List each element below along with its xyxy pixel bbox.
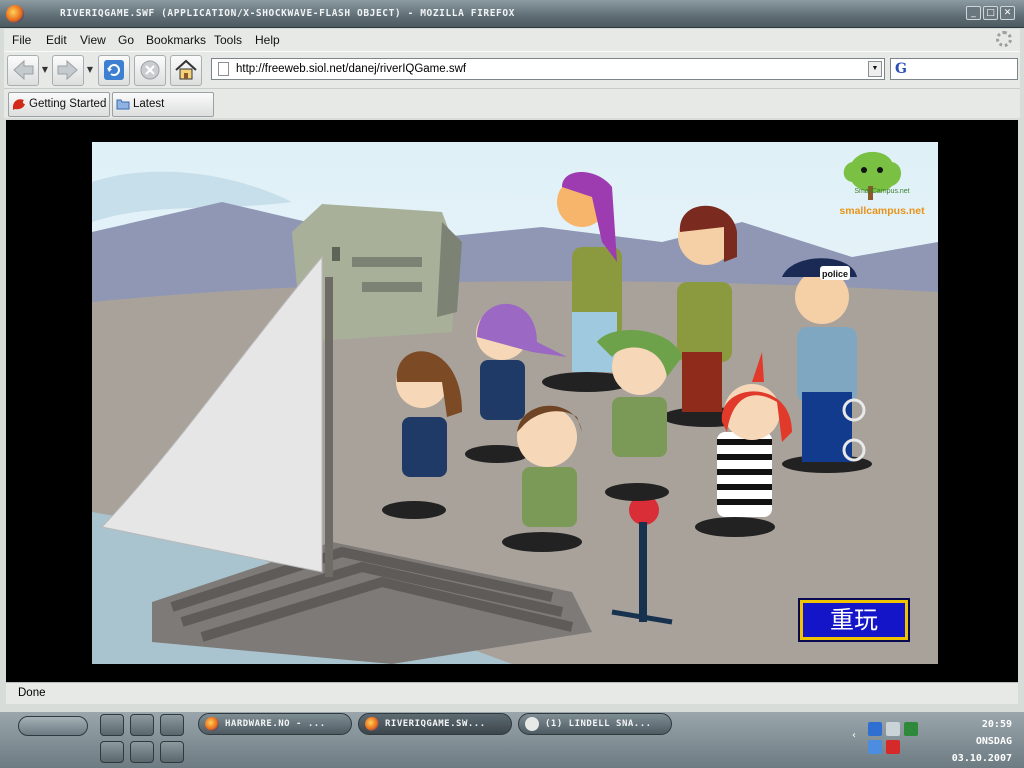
page-content: police SmallCampus.net smallcampus.net 重… [6, 120, 1018, 682]
replay-label: 重玩 [830, 606, 878, 634]
bookmark-getting-started[interactable]: Getting Started [8, 92, 110, 117]
task-label: riverIQGame.sw... [385, 719, 486, 729]
logo-site-text: smallcampus.net [839, 205, 925, 217]
tray-audio-icon[interactable] [886, 722, 900, 736]
menu-tools[interactable]: Tools [214, 33, 242, 47]
maximize-button[interactable]: □ [983, 6, 998, 20]
task-riveriqgame[interactable]: riverIQGame.sw... [358, 713, 512, 735]
taskbar: hardware.no - ... riverIQGame.sw... (1) … [0, 712, 1024, 768]
quicklaunch-refresh-icon[interactable] [160, 714, 184, 736]
clock-date: 03.10.2007 [951, 753, 1012, 764]
task-hardware-no[interactable]: hardware.no - ... [198, 713, 352, 735]
search-box[interactable]: G [890, 58, 1018, 80]
google-search-icon[interactable]: G [895, 61, 913, 77]
firefox-bookmark-icon [13, 99, 25, 110]
url-bar[interactable]: ▼ [211, 58, 885, 80]
clock[interactable]: 20:59 onsdag 03.10.2007 [952, 716, 1012, 767]
police-cap-label: police [822, 269, 848, 279]
menu-edit[interactable]: Edit [46, 33, 67, 47]
task-lindell[interactable]: (1) Lindell Sna... [518, 713, 672, 735]
logo-small-text: SmallCampus.net [854, 188, 909, 195]
quicklaunch-2-icon[interactable] [100, 714, 124, 736]
window-title: riverIQGame.swf (application/x-shockwave… [60, 8, 516, 19]
quicklaunch-star-icon[interactable] [130, 741, 154, 763]
navigation-toolbar: ▼ ▼ ▼ G [4, 51, 1020, 88]
firefox-icon [205, 717, 219, 731]
forward-button[interactable] [52, 55, 84, 86]
quicklaunch-firefox-icon[interactable] [100, 741, 124, 763]
bookmark-latest-headlines[interactable]: Latest Headlines [112, 92, 214, 133]
firefox-icon[interactable] [6, 5, 24, 23]
status-bar: Done [6, 682, 1018, 704]
status-text: Done [18, 687, 46, 699]
bookmarks-toolbar: Getting Started Latest Headlines [4, 88, 1020, 133]
home-icon [175, 59, 197, 80]
system-tray: ‹ 20:59 onsdag 03.10.2007 [842, 712, 1024, 768]
task-label: (1) Lindell Sna... [545, 719, 652, 729]
clock-time: 20:59 [981, 719, 1012, 730]
close-button[interactable]: ✕ [1000, 6, 1015, 20]
home-button[interactable] [170, 55, 202, 86]
live-bookmark-folder-icon [116, 99, 130, 110]
flash-game[interactable]: police SmallCampus.net smallcampus.net 重… [92, 142, 938, 664]
forward-arrow-icon [57, 59, 78, 81]
menu-go[interactable]: Go [118, 33, 134, 47]
reload-icon [104, 60, 124, 80]
url-input[interactable] [236, 61, 856, 77]
title-bar[interactable]: riverIQGame.swf (application/x-shockwave… [0, 0, 1024, 28]
menu-help[interactable]: Help [255, 33, 280, 47]
forward-dropdown[interactable]: ▼ [85, 55, 95, 86]
snagit-icon [525, 717, 539, 731]
tray-red-icon[interactable] [886, 740, 900, 754]
task-label: hardware.no - ... [225, 719, 326, 729]
reload-button[interactable] [98, 55, 130, 86]
tray-excel-icon[interactable] [904, 722, 918, 736]
stop-button[interactable] [134, 55, 166, 86]
menu-bar: File Edit View Go Bookmarks Tools Help [4, 29, 1020, 51]
game-scene: police SmallCampus.net smallcampus.net [92, 142, 938, 664]
page-icon [218, 62, 229, 76]
throbber-icon [996, 31, 1012, 47]
tray-network-icon[interactable] [868, 722, 882, 736]
menu-bookmarks[interactable]: Bookmarks [146, 33, 206, 47]
minimize-button[interactable]: _ [966, 6, 981, 20]
back-arrow-icon [13, 59, 34, 81]
firefox-icon [365, 717, 379, 731]
back-dropdown[interactable]: ▼ [40, 55, 50, 86]
url-history-dropdown[interactable]: ▼ [868, 61, 882, 77]
replay-button[interactable]: 重玩 [800, 600, 908, 640]
clock-day: onsdag [975, 736, 1012, 747]
quicklaunch-folder-icon[interactable] [160, 741, 184, 763]
stop-icon [140, 60, 160, 80]
tray-monitor-icon[interactable] [868, 740, 882, 754]
tray-arrow-icon[interactable]: ‹ [852, 730, 856, 741]
menu-view[interactable]: View [80, 33, 106, 47]
bookmark-label: Getting Started [29, 98, 107, 110]
firefox-window: riverIQGame.swf (application/x-shockwave… [0, 0, 1024, 712]
start-button[interactable] [18, 716, 88, 736]
quicklaunch-ie-icon[interactable] [130, 714, 154, 736]
menu-file[interactable]: File [12, 33, 31, 47]
back-button[interactable] [7, 55, 39, 86]
